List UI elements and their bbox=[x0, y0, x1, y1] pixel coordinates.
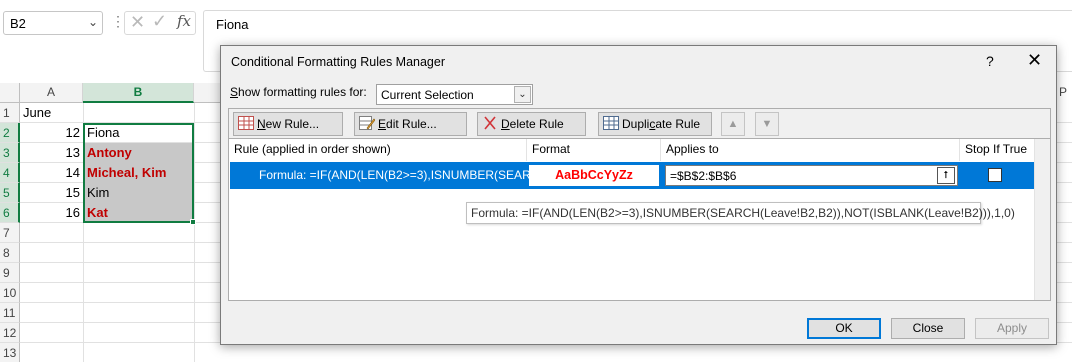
cancel-icon[interactable]: ✕ bbox=[130, 12, 145, 33]
select-all-corner[interactable] bbox=[0, 83, 20, 103]
collapse-dialog-icon[interactable]: ⭡ bbox=[937, 167, 955, 184]
row-header-10[interactable]: 10 bbox=[0, 283, 20, 303]
dialog-title: Conditional Formatting Rules Manager bbox=[231, 55, 445, 69]
column-header-p[interactable]: P bbox=[1059, 85, 1067, 99]
applies-to-field[interactable]: =$B$2:$B$6 ⭡ bbox=[665, 165, 958, 186]
selection-range bbox=[83, 123, 194, 223]
column-header-format: Format bbox=[527, 139, 661, 161]
edit-rule-mnemonic: E bbox=[378, 117, 387, 131]
row-header-9[interactable]: 9 bbox=[0, 263, 20, 283]
ok-button[interactable]: OK bbox=[807, 318, 881, 339]
row-header-1[interactable]: 1 bbox=[0, 103, 20, 123]
row-header-11[interactable]: 11 bbox=[0, 303, 20, 323]
duplicate-rule-icon bbox=[603, 116, 619, 130]
formula-tooltip: Formula: =IF(AND(LEN(B2>=3),ISNUMBER(SEA… bbox=[466, 202, 1015, 224]
cell-a4[interactable]: 14 bbox=[20, 163, 83, 183]
conditional-formatting-dialog: Conditional Formatting Rules Manager ? ✕… bbox=[220, 45, 1057, 345]
edit-rule-icon bbox=[359, 116, 375, 130]
more-options-icon[interactable]: ⋮ bbox=[111, 13, 125, 30]
row-header-2[interactable]: 2 bbox=[0, 123, 20, 143]
chevron-down-icon[interactable]: ⌄ bbox=[514, 86, 531, 103]
close-icon[interactable]: ✕ bbox=[1027, 50, 1042, 71]
new-rule-label: ew Rule... bbox=[265, 117, 320, 131]
enter-icon[interactable]: ✓ bbox=[152, 11, 167, 32]
column-header-b[interactable]: B bbox=[83, 83, 194, 103]
applies-to-value: =$B$2:$B$6 bbox=[670, 169, 737, 183]
edit-rule-button[interactable]: Edit Rule... bbox=[354, 112, 467, 136]
format-preview: AaBbCcYyZz bbox=[529, 165, 659, 186]
cell-a6[interactable]: 16 bbox=[20, 203, 83, 223]
row-header-7[interactable]: 7 bbox=[0, 223, 20, 243]
column-header-stop-if-true: Stop If True bbox=[965, 142, 1028, 156]
show-rules-label-text: how formatting rules for: bbox=[238, 85, 367, 99]
help-icon[interactable]: ? bbox=[986, 53, 994, 69]
name-box-value: B2 bbox=[10, 16, 26, 31]
column-header-a[interactable]: A bbox=[20, 83, 83, 103]
new-rule-button[interactable]: New Rule... bbox=[233, 112, 343, 136]
duplicate-rule-label-pre: Dupli bbox=[622, 117, 650, 131]
stop-if-true-checkbox[interactable] bbox=[988, 168, 1002, 182]
cell-a1[interactable]: June bbox=[20, 103, 83, 123]
formula-input-value: Fiona bbox=[216, 17, 249, 32]
show-rules-label-mnemonic: S bbox=[230, 85, 239, 99]
row-header-3[interactable]: 3 bbox=[0, 143, 20, 163]
row-header-4[interactable]: 4 bbox=[0, 163, 20, 183]
row-header-13[interactable]: 13 bbox=[0, 343, 20, 362]
row-header-8[interactable]: 8 bbox=[0, 243, 20, 263]
row-header-5[interactable]: 5 bbox=[0, 183, 20, 203]
move-down-button[interactable]: ▼ bbox=[755, 112, 779, 136]
move-up-button[interactable]: ▲ bbox=[721, 112, 745, 136]
duplicate-rule-label-post: ate Rule bbox=[655, 117, 701, 131]
apply-button[interactable]: Apply bbox=[975, 318, 1049, 339]
show-rules-value: Current Selection bbox=[381, 88, 474, 102]
show-rules-label: Show formatting rules for: bbox=[230, 85, 367, 99]
fill-handle[interactable] bbox=[190, 219, 196, 225]
column-header-rule: Rule (applied in order shown) bbox=[229, 139, 527, 161]
cell-a5[interactable]: 15 bbox=[20, 183, 83, 203]
delete-rule-button[interactable]: Delete Rule bbox=[477, 112, 586, 136]
cell-a2[interactable]: 12 bbox=[20, 123, 83, 143]
row-header-12[interactable]: 12 bbox=[0, 323, 20, 343]
rules-scrollbar[interactable] bbox=[1034, 139, 1050, 300]
row-header-6[interactable]: 6 bbox=[0, 203, 20, 223]
insert-function-icon[interactable]: fx bbox=[177, 12, 191, 30]
rules-toolbar: New Rule... Edit Rule... Delete Rule Dup… bbox=[228, 108, 1051, 138]
column-header-applies-to: Applies to bbox=[661, 139, 960, 161]
delete-rule-label: elete Rule bbox=[509, 117, 564, 131]
edit-rule-label: dit Rule... bbox=[386, 117, 437, 131]
new-rule-mnemonic: N bbox=[257, 117, 266, 131]
chevron-down-icon[interactable]: ⌄ bbox=[88, 15, 98, 29]
cell-a3[interactable]: 13 bbox=[20, 143, 83, 163]
show-rules-dropdown[interactable]: Current Selection ⌄ bbox=[376, 84, 533, 105]
delete-icon bbox=[484, 116, 496, 130]
rule-row[interactable]: Formula: =IF(AND(LEN(B2>=3),ISNUMBER(SEA… bbox=[230, 162, 1035, 189]
new-rule-icon bbox=[238, 116, 254, 130]
delete-rule-mnemonic: D bbox=[501, 117, 510, 131]
name-box[interactable]: B2 ⌄ bbox=[3, 11, 103, 35]
rule-formula: Formula: =IF(AND(LEN(B2>=3),ISNUMBER(SEA… bbox=[259, 168, 559, 182]
close-button[interactable]: Close bbox=[891, 318, 965, 339]
duplicate-rule-button[interactable]: Duplicate Rule bbox=[598, 112, 712, 136]
